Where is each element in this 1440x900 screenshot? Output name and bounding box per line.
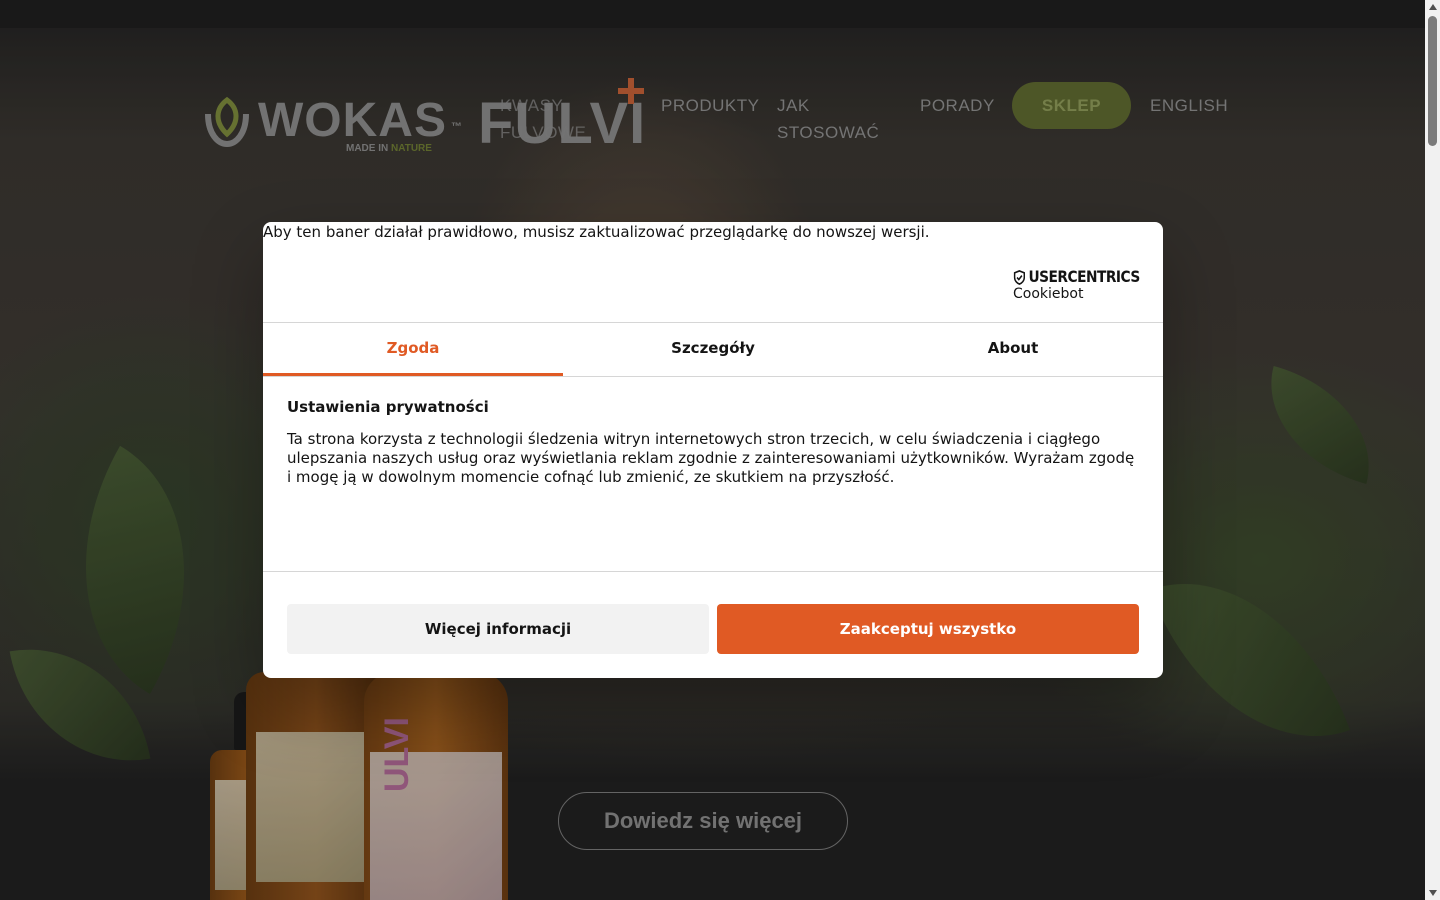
footer-divider	[263, 571, 1163, 572]
cookie-consent-dialog: Aby ten baner działał prawidłowo, musisz…	[263, 222, 1163, 678]
browser-update-message: Aby ten baner działał prawidłowo, musisz…	[263, 223, 930, 241]
brand-product: Cookiebot	[1013, 286, 1084, 302]
more-info-button[interactable]: Więcej informacji	[287, 604, 709, 654]
tab-about[interactable]: About	[863, 323, 1163, 376]
scrollbar-thumb[interactable]	[1428, 16, 1437, 146]
page-scrollbar[interactable]	[1425, 0, 1440, 900]
privacy-settings-title: Ustawienia prywatności	[287, 398, 489, 416]
brand-name: USERCENTRICS	[1028, 267, 1140, 286]
tab-szczegoly[interactable]: Szczegóły	[563, 323, 863, 376]
scroll-down-arrow-icon[interactable]	[1429, 890, 1437, 896]
usercentrics-cookiebot-logo: USERCENTRICS Cookiebot	[1013, 268, 1140, 303]
shield-check-icon	[1013, 269, 1026, 285]
consent-tabs: Zgoda Szczegóły About	[263, 322, 1163, 377]
tab-zgoda[interactable]: Zgoda	[263, 323, 563, 376]
accept-all-button[interactable]: Zaakceptuj wszystko	[717, 604, 1139, 654]
scroll-up-arrow-icon[interactable]	[1429, 4, 1437, 10]
privacy-settings-text: Ta strona korzysta z technologii śledzen…	[287, 430, 1135, 486]
